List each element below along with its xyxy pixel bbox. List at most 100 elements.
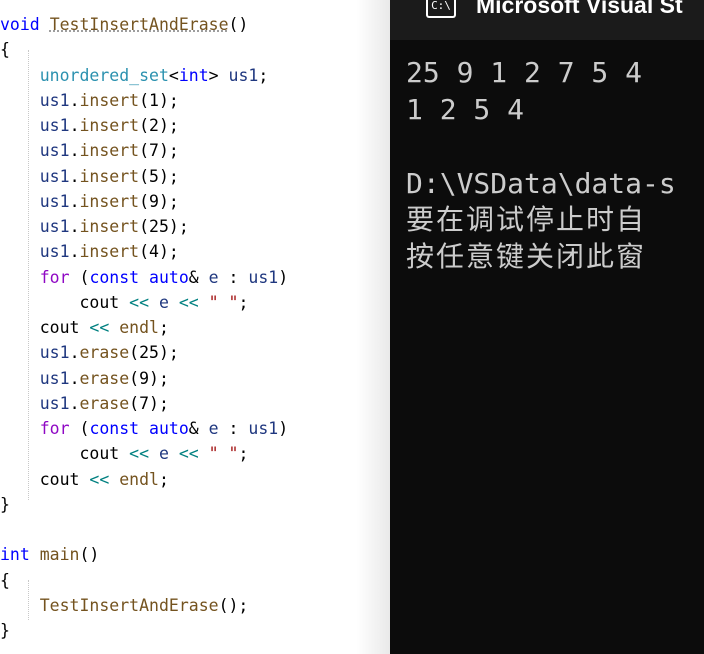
code-token: : — [218, 267, 249, 287]
code-token: e — [158, 444, 169, 464]
code-line[interactable]: cout << e << " "; — [0, 441, 288, 466]
code-token: << — [178, 444, 199, 464]
code-token: us1 — [39, 217, 70, 236]
code-token: for — [39, 267, 70, 287]
code-token: e — [208, 419, 219, 438]
code-token: us1 — [39, 116, 70, 135]
code-line[interactable]: int main() — [0, 542, 288, 567]
code-token: us1 — [39, 166, 70, 186]
code-token: insert — [79, 90, 140, 110]
code-line[interactable]: for (const auto& e : us1) — [0, 416, 288, 441]
code-token: insert — [79, 141, 140, 161]
code-token: ; — [238, 292, 249, 312]
code-token: (2); — [139, 116, 179, 135]
code-token: (); — [218, 595, 249, 615]
code-line[interactable]: us1.insert(5); — [0, 164, 288, 189]
code-token: << — [129, 292, 150, 312]
code-token: > — [208, 65, 229, 85]
code-token: us1 — [248, 419, 279, 438]
code-token: const — [89, 419, 140, 438]
code-lines[interactable]: void TestInsertAndErase(){ unordered_set… — [0, 12, 288, 643]
code-line[interactable]: } — [0, 492, 288, 517]
code-line[interactable]: us1.insert(2); — [0, 113, 288, 138]
code-token: () — [79, 545, 100, 565]
code-token: const — [89, 267, 140, 287]
code-token: . — [69, 242, 80, 262]
window-shadow — [356, 0, 390, 654]
code-line[interactable]: us1.erase(25); — [0, 340, 288, 365]
code-line[interactable]: us1.insert(7); — [0, 138, 288, 163]
code-line[interactable]: us1.insert(4); — [0, 239, 288, 264]
code-line[interactable]: void TestInsertAndErase() — [0, 12, 288, 37]
code-token: endl — [119, 318, 159, 337]
code-token: { — [0, 570, 10, 590]
code-line[interactable]: cout << endl; — [0, 467, 288, 492]
code-line[interactable]: us1.insert(25); — [0, 214, 288, 239]
code-line[interactable]: TestInsertAndErase(); — [0, 593, 288, 618]
code-line[interactable]: { — [0, 568, 288, 593]
code-line[interactable] — [0, 517, 288, 542]
code-line[interactable]: cout << endl; — [0, 315, 288, 340]
code-line[interactable]: us1.erase(9); — [0, 366, 288, 391]
console-title: Microsoft Visual St — [476, 0, 683, 18]
code-token: . — [69, 217, 80, 236]
code-token: us1 — [39, 90, 70, 110]
code-line[interactable]: us1.insert(9); — [0, 189, 288, 214]
console-window[interactable]: C:\ Microsoft Visual St 25 9 1 2 7 5 4 1… — [390, 0, 704, 654]
console-titlebar[interactable]: C:\ Microsoft Visual St — [390, 0, 704, 40]
code-token: for — [39, 419, 70, 438]
code-token: cout — [0, 444, 130, 464]
code-token: us1 — [39, 191, 70, 211]
code-line[interactable]: unordered_set<int> us1; — [0, 63, 288, 88]
code-token: . — [69, 393, 80, 413]
code-line[interactable]: for (const auto& e : us1) — [0, 265, 288, 290]
code-token: erase — [79, 343, 130, 363]
code-token: ( — [69, 267, 90, 287]
code-token: ) — [278, 267, 289, 287]
code-token: (4); — [139, 242, 179, 262]
code-token: void — [0, 15, 40, 34]
code-line[interactable]: { — [0, 37, 288, 62]
code-token: . — [69, 343, 80, 363]
code-token: . — [69, 90, 80, 110]
code-token: cout — [0, 469, 90, 489]
code-token: . — [69, 191, 80, 211]
code-line[interactable]: } — [0, 618, 288, 643]
code-token: insert — [79, 166, 140, 186]
code-token: auto — [149, 419, 189, 438]
code-token: << — [89, 469, 110, 489]
code-token: us1 — [248, 267, 279, 287]
code-editor[interactable]: void TestInsertAndErase(){ unordered_set… — [0, 0, 390, 654]
code-line[interactable]: cout << e << " "; — [0, 290, 288, 315]
code-line[interactable]: us1.insert(1); — [0, 88, 288, 113]
code-token: e — [208, 267, 219, 287]
code-token: & — [188, 419, 209, 438]
code-token: us1 — [39, 368, 70, 388]
code-line[interactable]: us1.erase(7); — [0, 391, 288, 416]
code-token: & — [188, 267, 209, 287]
code-token: } — [0, 494, 10, 514]
code-token: . — [69, 368, 80, 388]
console-path-line: D:\VSData\data-s — [406, 167, 676, 200]
code-token: us1 — [39, 242, 70, 262]
code-token: erase — [79, 368, 130, 388]
code-token: (9); — [129, 368, 169, 388]
console-output-line: 1 2 5 4 — [406, 93, 525, 126]
